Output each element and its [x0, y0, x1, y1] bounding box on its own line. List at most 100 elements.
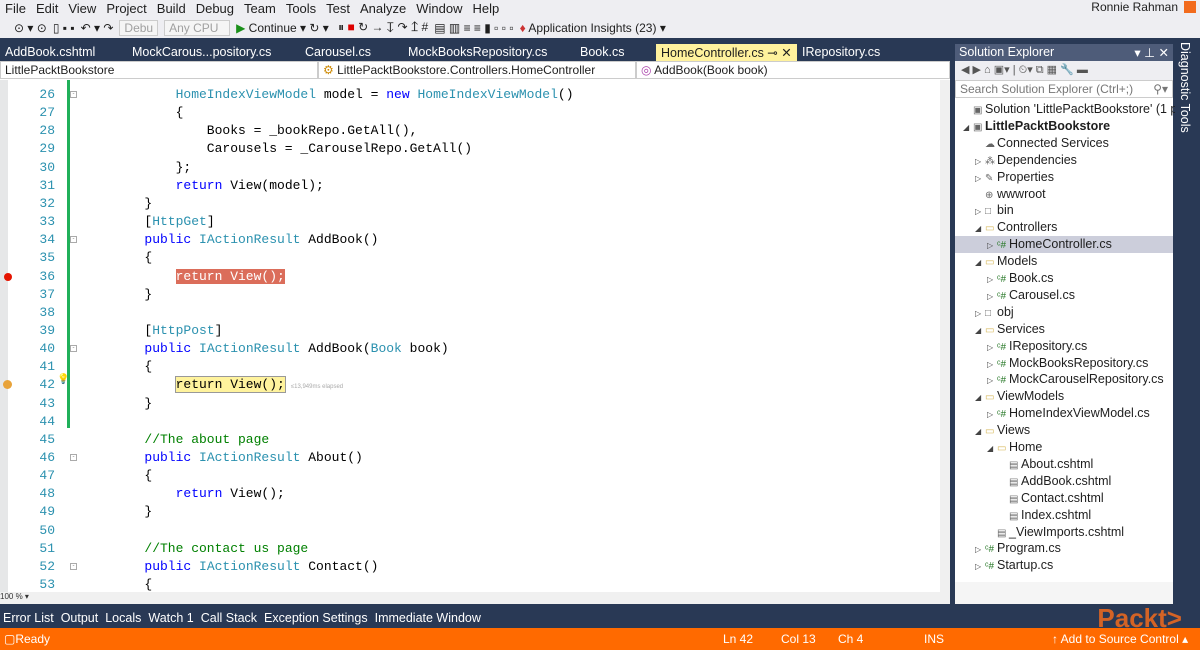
menu-help[interactable]: Help [468, 1, 505, 16]
tab-call-stack[interactable]: Call Stack [201, 611, 257, 625]
solution-explorer-toolbar[interactable]: ◀ ▶ ⌂ ▣▾ | ⏲▾ ⧉ ▦ 🔧 ▬ [955, 61, 1173, 80]
menu-tools[interactable]: Tools [281, 1, 321, 16]
tab-error-list[interactable]: Error List [3, 611, 54, 625]
expander-icon[interactable]: ▷ [987, 406, 997, 423]
tab-mockcarous-pository-cs[interactable]: MockCarous...pository.cs [127, 44, 276, 61]
tab-homecontroller-cs[interactable]: HomeController.cs ⊸ ✕ [656, 44, 797, 61]
collapse-icon[interactable]: - [70, 454, 77, 461]
collapse-icon[interactable]: - [70, 91, 77, 98]
avatar[interactable] [1184, 1, 1196, 13]
expander-icon[interactable]: ▷ [975, 170, 985, 187]
tree-item[interactable]: ◢ ▭ Models [955, 253, 1173, 270]
add-to-source-control[interactable]: ↑ Add to Source Control ▴ [1052, 628, 1188, 650]
tree-item[interactable]: ▷ ᶜ# Carousel.cs [955, 287, 1173, 304]
class-dropdown[interactable]: ⚙ LittlePacktBookstore.Controllers.HomeC… [318, 61, 636, 79]
expander-icon[interactable]: ◢ [963, 119, 973, 136]
menu-debug[interactable]: Debug [191, 1, 239, 16]
collapse-icon[interactable]: - [70, 562, 77, 570]
expander-icon[interactable]: ▷ [975, 558, 985, 575]
expander-icon[interactable]: ◢ [987, 440, 997, 457]
tree-item[interactable]: ▷ ᶜ# MockCarouselRepository.cs [955, 371, 1173, 388]
tab-mockbooksrepository-cs[interactable]: MockBooksRepository.cs [403, 44, 552, 61]
expander-icon[interactable]: ◢ [975, 220, 985, 237]
menu-view[interactable]: View [63, 1, 101, 16]
diagnostic-tools-tab[interactable]: Diagnostic Tools [1175, 38, 1200, 608]
expander-icon[interactable]: ▷ [987, 237, 997, 254]
menu-edit[interactable]: Edit [31, 1, 63, 16]
tree-item[interactable]: ▤ Index.cshtml [955, 507, 1173, 524]
expander-icon[interactable]: ▷ [987, 339, 997, 356]
editor-vertical-scrollbar[interactable] [940, 80, 950, 592]
tab-watch-1[interactable]: Watch 1 [148, 611, 193, 625]
expander-icon[interactable]: ◢ [975, 423, 985, 440]
tree-item[interactable]: ☁ Connected Services [955, 135, 1173, 152]
tab-immediate-window[interactable]: Immediate Window [375, 611, 481, 625]
tree-item[interactable]: ▤ AddBook.cshtml [955, 473, 1173, 490]
continue-button[interactable]: ▶ Continue ▾ ↻ ▾ [236, 21, 329, 35]
expander-icon[interactable]: ▷ [987, 271, 997, 288]
tree-item[interactable]: ▷ ᶜ# Startup.cs [955, 557, 1173, 574]
expander-icon[interactable]: ▷ [987, 372, 997, 389]
tree-item[interactable]: ▷ ᶜ# IRepository.cs [955, 338, 1173, 355]
tree-item[interactable]: ▤ Contact.cshtml [955, 490, 1173, 507]
tab-carousel-cs[interactable]: Carousel.cs [300, 44, 376, 61]
tab-locals[interactable]: Locals [105, 611, 141, 625]
bookmark-icons[interactable]: ▤ ▥ ≡ ≡ ▮ ▫ ▫ ▫ [434, 21, 513, 35]
menu-file[interactable]: File [0, 1, 31, 16]
tree-item[interactable]: ◢ ▭ Services [955, 321, 1173, 338]
expander-icon[interactable]: ▷ [975, 153, 985, 170]
collapse-icon[interactable]: - [70, 236, 77, 244]
project-dropdown[interactable]: LittlePacktBookstore [0, 61, 318, 79]
tab-irepository-cs[interactable]: IRepository.cs [797, 44, 885, 61]
pin-close-icons[interactable]: ⊸ ✕ [764, 46, 791, 60]
menu-project[interactable]: Project [101, 1, 151, 16]
tree-item[interactable]: ▣ Solution 'LittlePacktBookstore' (1 proj… [955, 101, 1200, 118]
tree-item[interactable]: ◢ ▣ LittlePacktBookstore [955, 118, 1173, 135]
tree-item[interactable]: ▷ ⁂ Dependencies [955, 152, 1173, 169]
expander-icon[interactable]: ◢ [975, 322, 985, 339]
tree-item[interactable]: ◢ ▭ Home [955, 439, 1173, 456]
tree-item[interactable]: ▷ ᶜ# Book.cs [955, 270, 1173, 287]
tab-output[interactable]: Output [61, 611, 99, 625]
solution-search-input[interactable]: Search Solution Explorer (Ctrl+;) ⚲▾ [955, 80, 1173, 98]
expander-icon[interactable]: ▷ [987, 356, 997, 373]
code-editor[interactable]: 26 HomeIndexViewModel model = new HomeInd… [0, 80, 950, 592]
user-name[interactable]: Ronnie Rahman [1091, 0, 1178, 14]
expander-icon[interactable]: ▷ [975, 541, 985, 558]
expander-icon[interactable]: ▷ [987, 288, 997, 305]
menu-build[interactable]: Build [152, 1, 191, 16]
tree-item[interactable]: ▤ About.cshtml [955, 456, 1173, 473]
undo-icon[interactable]: ↶ ▾ ↷ [81, 21, 114, 35]
save-icon[interactable]: ▯ ▪ ▪ [53, 21, 75, 35]
zoom-level[interactable]: 100 % ▾ [0, 592, 950, 604]
member-dropdown[interactable]: ◎ AddBook(Book book) [636, 61, 950, 79]
back-icon[interactable]: ⊙ ▾ ⊙ [14, 21, 47, 35]
tab-addbook-cshtml[interactable]: AddBook.cshtml [0, 44, 100, 61]
expander-icon[interactable]: ◢ [975, 389, 985, 406]
tree-item[interactable]: ▤ _ViewImports.cshtml [955, 524, 1173, 541]
tree-item[interactable]: ⊕ wwwroot [955, 186, 1173, 203]
menu-window[interactable]: Window [411, 1, 467, 16]
lightbulb-icon[interactable]: 💡 [57, 374, 69, 385]
platform-select[interactable]: Any CPU [164, 19, 231, 36]
application-insights-button[interactable]: ♦ Application Insights (23) ▾ [520, 21, 666, 35]
tree-item[interactable]: ▷ ᶜ# Program.cs [955, 540, 1173, 557]
expander-icon[interactable]: ▷ [975, 203, 985, 220]
tree-item[interactable]: ▷ ᶜ# MockBooksRepository.cs [955, 355, 1173, 372]
tree-item[interactable]: ▷ ᶜ# HomeIndexViewModel.cs [955, 405, 1173, 422]
config-select[interactable]: Debu [119, 19, 159, 36]
tree-item[interactable]: ◢ ▭ Views [955, 422, 1173, 439]
tab-exception-settings[interactable]: Exception Settings [264, 611, 368, 625]
tree-item[interactable]: ▷ ᶜ# HomeController.cs [955, 236, 1173, 254]
menu-team[interactable]: Team [239, 1, 281, 16]
pin-close-icons[interactable]: ▾ ⊥ ✕ [1134, 45, 1169, 60]
menu-test[interactable]: Test [321, 1, 355, 16]
tab-book-cs[interactable]: Book.cs [575, 44, 629, 61]
tree-item[interactable]: ◢ ▭ Controllers [955, 219, 1173, 236]
tree-item[interactable]: ▷ □ bin [955, 202, 1173, 219]
tree-item[interactable]: ◢ ▭ ViewModels [955, 388, 1173, 405]
breakpoint-icon[interactable] [4, 272, 12, 281]
tree-item[interactable]: ▷ □ obj [955, 304, 1173, 321]
breakpoint-margin[interactable] [0, 80, 8, 592]
expander-icon[interactable]: ◢ [975, 254, 985, 271]
